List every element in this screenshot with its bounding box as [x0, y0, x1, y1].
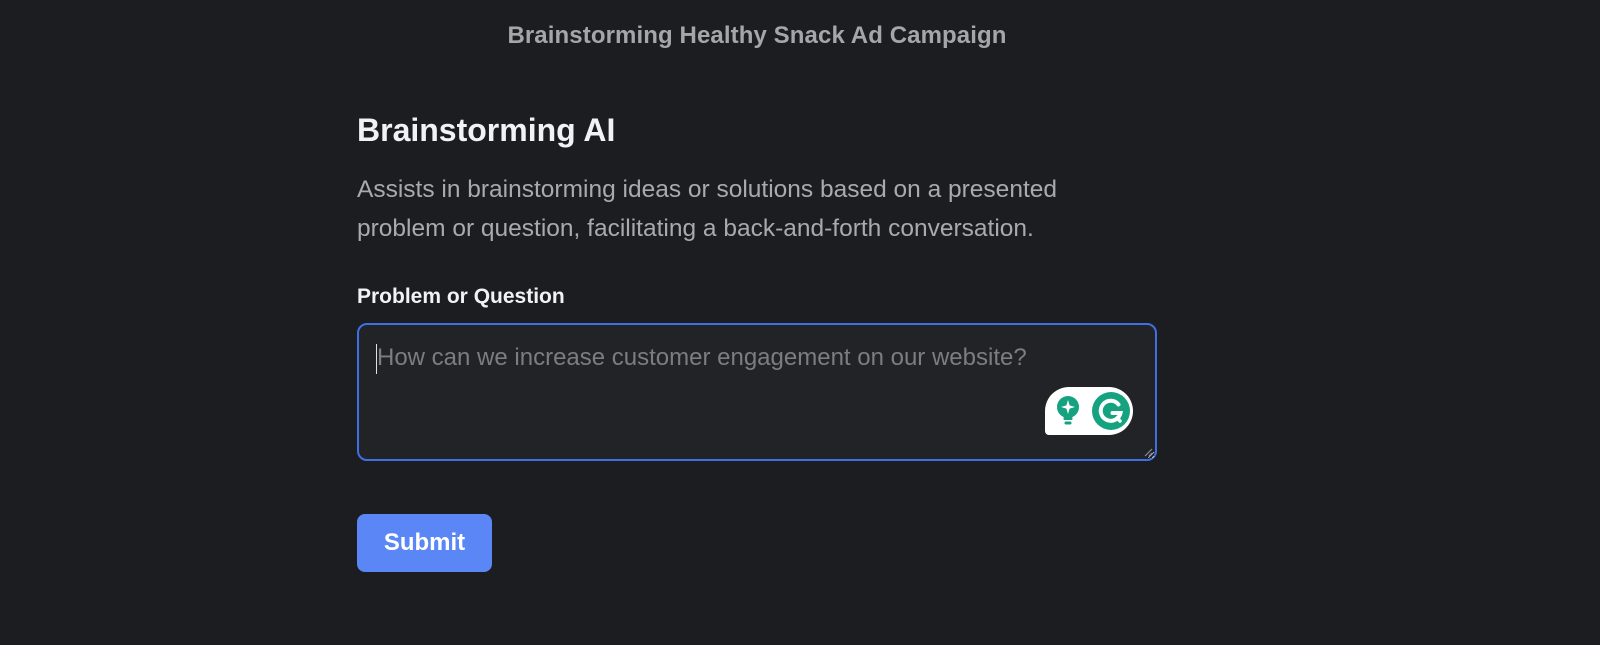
tool-description: Assists in brainstorming ideas or soluti… — [357, 176, 1057, 242]
page-header-title: Brainstorming Healthy Snack Ad Campaign — [507, 22, 1007, 49]
lightbulb-sparkle-icon[interactable] — [1055, 395, 1081, 427]
tool-panel: Brainstorming AI Assists in brainstormin… — [357, 110, 1157, 461]
resize-handle-icon[interactable] — [1143, 447, 1153, 457]
problem-field — [357, 323, 1157, 461]
problem-field-label: Problem or Question — [357, 285, 565, 308]
text-cursor — [376, 344, 377, 374]
grammarly-g-icon[interactable] — [1091, 391, 1131, 431]
submit-button[interactable]: Submit — [357, 514, 492, 572]
grammarly-widget[interactable] — [1045, 387, 1133, 435]
problem-input[interactable] — [357, 323, 1157, 461]
tool-title: Brainstorming AI — [357, 112, 616, 148]
